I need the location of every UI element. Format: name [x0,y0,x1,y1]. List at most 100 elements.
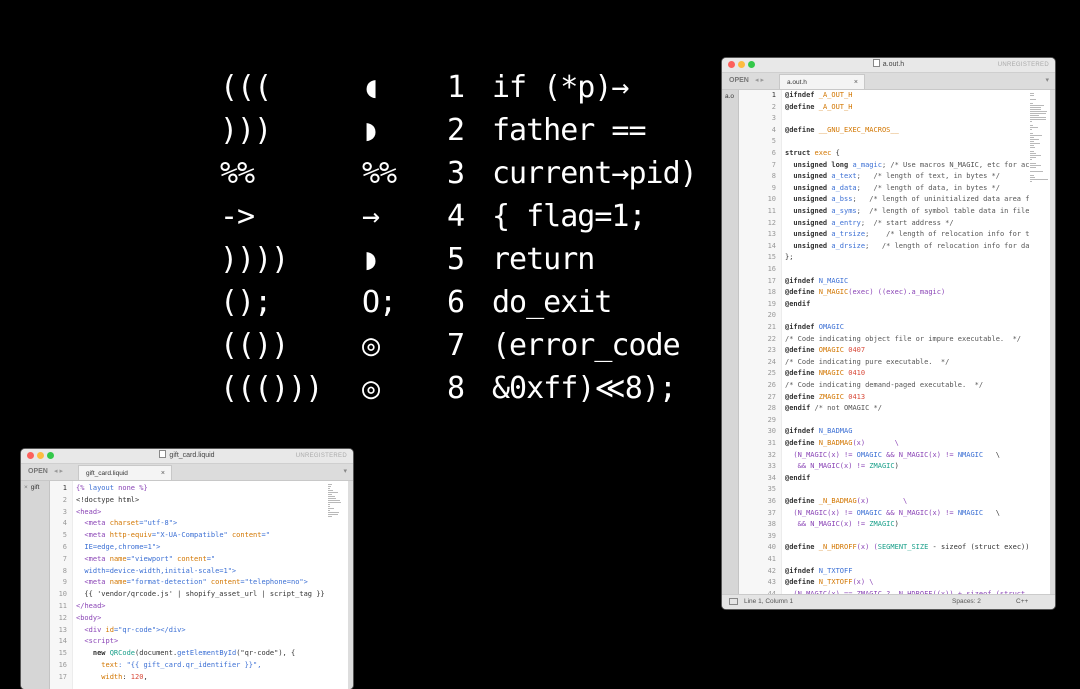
tab-nav-arrows-icon[interactable]: ◂ ▸ [54,464,63,480]
minimap-line [1030,95,1034,96]
line-number: 1 [771,91,776,99]
syntax-setting[interactable]: C++ [1016,595,1028,609]
code-line[interactable]: new QRCode(document.getElementById("qr-c… [73,648,327,660]
code-line[interactable]: unsigned a_entry; /* start address */ [782,218,1029,230]
code-line[interactable]: <body> [73,613,327,625]
code-line[interactable]: @define ZMAGIC 0413 [782,392,1029,404]
ascii-sequence: (()) [220,328,289,363]
code-line[interactable]: <meta name="viewport" content=" [73,554,327,566]
code-line[interactable]: </head> [73,601,327,613]
code-line[interactable]: && N_MAGIC(x) != ZMAGIC) [782,461,1029,473]
sidebar-file-item[interactable]: × gift [24,483,39,493]
code-line[interactable]: @define NMAGIC 0410 [782,368,1029,380]
scrollbar[interactable] [1050,90,1055,594]
code-line[interactable]: unsigned a_syms; /* length of symbol tab… [782,206,1029,218]
code-line[interactable]: @define _N_HDROFF(x) (SEGMENT_SIZE - siz… [782,542,1029,554]
code-editor[interactable]: {% layout none %} <!doctype html> <head> <… [73,481,327,689]
close-tab-icon[interactable]: × [854,75,858,90]
code-line[interactable]: @define N_BADMAG(x) \ [782,438,1029,450]
close-file-icon[interactable]: × [24,484,28,491]
code-line[interactable]: @define OMAGIC 0407 [782,345,1029,357]
tab-gift-card-liquid[interactable]: gift_card.liquid × [78,465,172,480]
close-tab-icon[interactable]: × [161,466,165,481]
minimap-line [1030,141,1035,142]
code-line[interactable]: @define N_TXTOFF(x) \ [782,577,1029,589]
line-number: 18 [767,288,776,297]
ascii-sequence: )))) [220,242,289,277]
code-line[interactable]: {{ 'vendor/qrcode.js' | shopify_asset_ur… [73,589,327,601]
code-line[interactable]: @define _N_BADMAG(x) \ [782,496,1029,508]
line-number: 22 [767,334,776,343]
code-line[interactable]: width: 120, [73,672,327,684]
code-line[interactable]: unsigned a_bss; /* length of uninitializ… [782,194,1029,206]
line-number: 7 [447,328,465,363]
minimap[interactable] [327,481,347,689]
code-token: __GNU_EXEC_MACROS__ [818,125,899,134]
line-number: 12 [58,613,67,622]
ligature-glyph: ◖ [362,70,380,105]
code-line[interactable]: unsigned a_trsize; /* length of relocati… [782,229,1029,241]
code-line[interactable]: }; [782,252,1029,264]
code-line[interactable]: /* Code indicating demand-paged executab… [782,380,1029,392]
code-token: text [76,661,119,669]
code-line[interactable]: unsigned a_data; /* length of data, in b… [782,183,1029,195]
code-line[interactable]: width=device-width,initial-scale=1"> [73,566,327,578]
minimap-line [1030,121,1032,122]
code-line[interactable]: <meta charset="utf-8"> [73,518,327,530]
sidebar-file-item[interactable]: a.o [725,92,734,102]
code-line[interactable]: @ifndef N_TXTOFF [782,566,1029,578]
code-line[interactable]: unsigned long a_magic; /* Use macros N_M… [782,160,1029,172]
code-token: exec [814,149,832,157]
code-line[interactable]: (N_MAGIC(x) != OMAGIC && N_MAGIC(x) != N… [782,508,1029,520]
code-line[interactable]: <meta http-equiv="X-UA-Compatible" conte… [73,530,327,542]
indentation-setting[interactable]: Spaces: 2 [952,595,981,609]
tab-nav-arrows-icon[interactable]: ◂ ▸ [755,73,764,89]
code-line[interactable]: <head> [73,507,327,519]
tab-dropdown-icon[interactable]: ▾ [1045,73,1049,89]
code-line[interactable]: @ifndef OMAGIC [782,322,1029,334]
code-editor[interactable]: @ifndef _A_OUT_H @define _A_OUT_H @define … [782,90,1029,594]
code-token: { [831,149,840,157]
minimap[interactable] [1029,90,1049,594]
code-line[interactable]: @ifndef _A_OUT_H [782,90,1029,102]
code-line[interactable]: <meta name="format-detection" content="t… [73,577,327,589]
minimap-line [1030,111,1048,112]
tab-a-out-h[interactable]: a.out.h × [779,74,865,89]
code-line[interactable]: @define __GNU_EXEC_MACROS__ [782,125,1029,137]
code-line[interactable]: @define N_MAGIC(exec) ((exec).a_magic) [782,287,1029,299]
code-token: define [789,125,819,134]
code-token: OMAGIC [856,508,882,517]
code-line[interactable]: <script> [73,636,327,648]
code-token: SEGMENT_SIZE [877,543,929,552]
code-token: define [789,392,819,401]
code-token: define [789,497,819,505]
tab-dropdown-icon[interactable]: ▾ [343,464,347,480]
code-line[interactable]: @endif [782,473,1029,485]
code-line[interactable]: unsigned a_drsize; /* length of relocati… [782,241,1029,253]
line-number: 2 [771,102,776,111]
code-line[interactable]: /* Code indicating pure executable. */ [782,357,1029,369]
code-token: div [88,625,106,634]
code-line[interactable]: @ifndef N_BADMAG [782,426,1029,438]
code-token: a_text [831,172,857,181]
code-token: OMAGIC [818,323,845,331]
code-line[interactable]: @endif /* not OMAGIC */ [782,403,1029,415]
code-line[interactable]: IE=edge,chrome=1"> [73,542,327,554]
code-line[interactable]: <!doctype html> [73,495,327,507]
code-line[interactable]: @ifndef N_MAGIC [782,276,1029,288]
scrollbar[interactable] [348,481,353,689]
code-line[interactable]: /* Code indicating object file or impure… [782,334,1029,346]
code-line[interactable]: @endif [782,299,1029,311]
code-line[interactable]: {% layout none %} [73,483,327,495]
code-line[interactable]: && N_MAGIC(x) != ZMAGIC) [782,519,1029,531]
code-line[interactable]: struct exec { [782,148,1029,160]
minimap-line [1030,163,1037,164]
code-line[interactable]: <div id="qr-code"></div> [73,625,327,637]
code-line[interactable]: unsigned a_text; /* length of text, in b… [782,171,1029,183]
code-line[interactable]: text: "{{ gift_card.qr_identifier }}", [73,660,327,672]
code-line[interactable]: @define _A_OUT_H [782,102,1029,114]
code-line[interactable]: (N_MAGIC(x) != OMAGIC && N_MAGIC(x) != N… [782,450,1029,462]
code-token: unsigned [785,230,832,239]
editor-window-a-out-h: a.out.h UNREGISTERED OPEN ◂ ▸ a.out.h × … [722,58,1055,609]
panel-toggle-icon[interactable] [729,598,738,605]
